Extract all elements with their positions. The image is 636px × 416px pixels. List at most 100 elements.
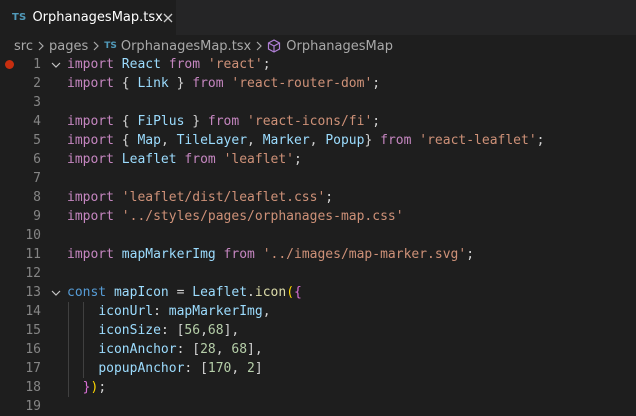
code-token: 'react' (207, 57, 263, 72)
typescript-icon: TS (12, 12, 27, 23)
code-token: 170 (207, 361, 232, 376)
line-number: 14 (25, 304, 41, 319)
code-line[interactable]: 7 (0, 169, 636, 188)
code-line[interactable]: 14 iconUrl: mapMarkerImg, (0, 302, 636, 321)
code-token: ], (223, 323, 240, 338)
code-token: 68 (207, 323, 224, 338)
code-line[interactable]: 16 iconAnchor: [28, 68], (0, 340, 636, 359)
indent-guide (83, 302, 84, 378)
code-text: import { Link } from 'react-router-dom'; (67, 74, 380, 93)
code-token: import (67, 76, 114, 91)
code-token: = (168, 285, 193, 300)
line-number: 18 (25, 380, 41, 395)
code-line[interactable]: 10 (0, 226, 636, 245)
breadcrumb-item-symbol[interactable]: OrphanagesMap (267, 39, 393, 54)
tab-orphanages-map[interactable]: TS OrphanagesMap.tsx (0, 0, 176, 36)
code-token: , (247, 133, 263, 148)
code-token: ] (254, 361, 263, 376)
code-token: mapMarkerImg (121, 247, 216, 262)
breadcrumb: src pages TS OrphanagesMap.tsx Orphanage… (0, 35, 636, 57)
chevron-down-icon[interactable] (49, 283, 63, 302)
line-number: 19 (25, 399, 41, 414)
code-token: '../images/map-marker.svg' (262, 247, 467, 262)
code-token: ; (262, 57, 271, 72)
code-token: 'react-leaflet' (419, 133, 537, 148)
code-token: from (207, 114, 240, 129)
code-token: from (380, 133, 412, 148)
code-token: , (262, 304, 271, 319)
code-token: ; (294, 152, 302, 167)
code-token: Leaflet (192, 285, 248, 300)
code-token: import (67, 114, 114, 129)
line-number: 12 (25, 266, 41, 281)
code-text: import mapMarkerImg from '../images/map-… (67, 245, 474, 264)
code-token: { (294, 285, 302, 300)
code-token: { (113, 133, 138, 148)
code-token: : (176, 342, 193, 357)
code-token: . (247, 285, 255, 300)
code-line[interactable]: 9 import '../styles/pages/orphanages-map.… (0, 207, 636, 226)
code-token: , (215, 342, 232, 357)
code-line[interactable]: 12 (0, 264, 636, 283)
breadcrumb-item-src[interactable]: src (14, 39, 33, 54)
code-line[interactable]: 3 (0, 93, 636, 112)
breadcrumb-item-file[interactable]: TS OrphanagesMap.tsx (104, 39, 251, 54)
code-line[interactable]: 19 (0, 397, 636, 416)
code-token: 'react-router-dom' (231, 76, 373, 91)
code-text: import { FiPlus } from 'react-icons/fi'; (67, 112, 380, 131)
code-line[interactable]: 5 import { Map, TileLayer, Marker, Popup}… (0, 131, 636, 150)
code-token: ; (372, 114, 381, 129)
code-token: Marker (262, 133, 310, 148)
code-token: import (67, 190, 114, 205)
breadcrumb-item-pages[interactable]: pages (49, 39, 88, 54)
code-line[interactable]: 4 import { FiPlus } from 'react-icons/fi'… (0, 112, 636, 131)
code-token: [ (192, 342, 201, 357)
code-line[interactable]: 18 }); (0, 378, 636, 397)
chevron-down-icon[interactable] (49, 55, 63, 74)
code-token: ; (372, 76, 381, 91)
code-token: import (67, 133, 114, 148)
close-icon[interactable] (163, 10, 173, 26)
line-number: 2 (33, 76, 41, 91)
line-number: 16 (25, 342, 41, 357)
code-token: from (192, 76, 224, 91)
code-line[interactable]: 15 iconSize: [56,68], (0, 321, 636, 340)
code-text: import React from 'react'; (67, 55, 271, 74)
code-line[interactable]: 2 import { Link } from 'react-router-dom'… (0, 74, 636, 93)
code-token: , (160, 133, 177, 148)
code-token: iconAnchor (98, 342, 177, 357)
code-token: ; (98, 380, 107, 395)
code-line[interactable]: 11 import mapMarkerImg from '../images/ma… (0, 245, 636, 264)
line-number: 15 (25, 323, 41, 338)
code-token: import (67, 152, 114, 167)
code-line[interactable]: 6 import Leaflet from 'leaflet'; (0, 150, 636, 169)
code-token: FiPlus (137, 114, 185, 129)
symbol-cube-icon (267, 39, 281, 53)
code-text: import 'leaflet/dist/leaflet.css'; (67, 188, 333, 207)
line-number: 10 (25, 228, 41, 243)
code-editor[interactable]: 1 import React from 'react'; 2 import { Lin… (0, 55, 636, 416)
code-token: ; (536, 133, 545, 148)
line-number: 6 (33, 152, 41, 167)
code-token: mapMarkerImg (168, 304, 263, 319)
code-token: React (121, 57, 161, 72)
code-token: mapIcon (113, 285, 169, 300)
code-line[interactable]: 1 import React from 'react'; (0, 55, 636, 74)
line-number: 4 (33, 114, 41, 129)
code-text: import '../styles/pages/orphanages-map.c… (67, 207, 404, 226)
line-number: 8 (33, 190, 41, 205)
code-token: '../styles/pages/orphanages-map.css' (121, 209, 404, 224)
code-token: { (113, 114, 138, 129)
code-token: from (184, 152, 216, 167)
code-line[interactable]: 17 popupAnchor: [170, 2] (0, 359, 636, 378)
code-line[interactable]: 8 import 'leaflet/dist/leaflet.css'; (0, 188, 636, 207)
code-line[interactable]: 13 const mapIcon = Leaflet.icon({ (0, 283, 636, 302)
